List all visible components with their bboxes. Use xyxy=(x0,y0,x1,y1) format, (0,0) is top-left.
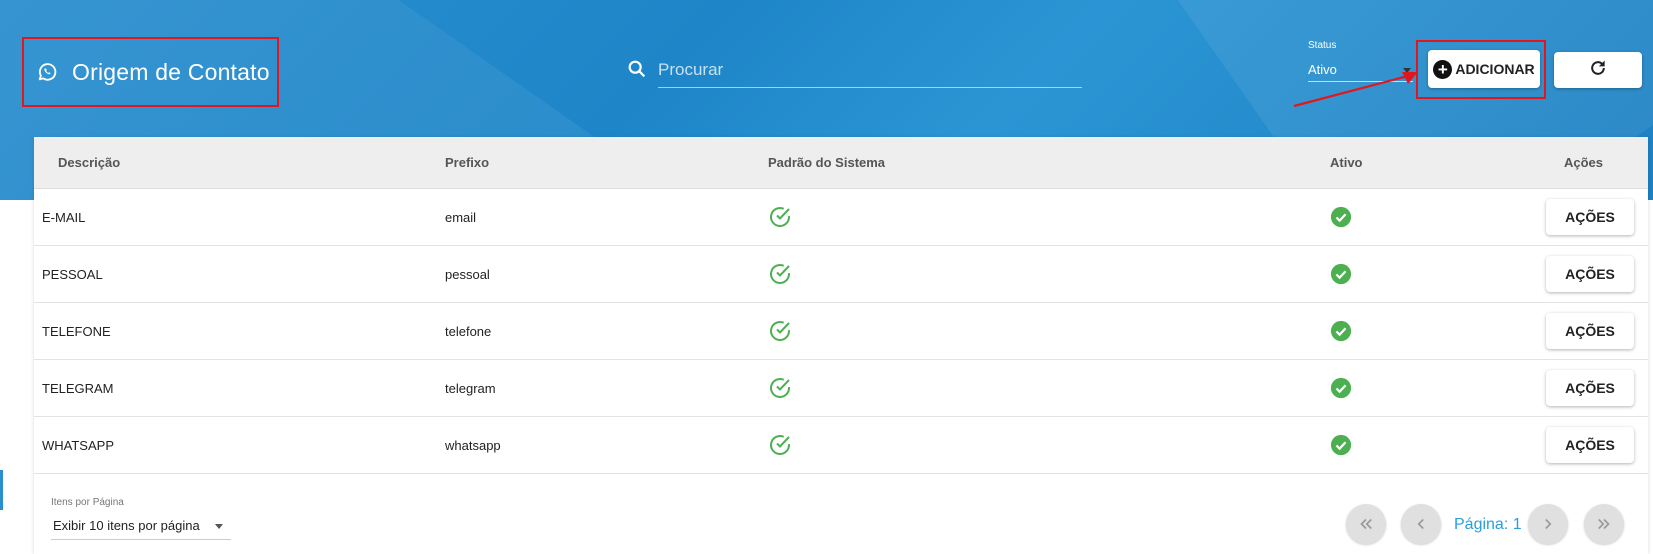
annotation-arrow xyxy=(1293,72,1418,108)
next-page-button[interactable] xyxy=(1528,504,1568,544)
acoes-button[interactable]: AÇÕES xyxy=(1546,427,1634,463)
check-circle-outline-icon xyxy=(770,378,790,398)
page-indicator: Página: 1 xyxy=(1454,516,1522,533)
data-table-card: Descrição Prefixo Padrão do Sistema Ativ… xyxy=(34,137,1648,554)
plus-circle-icon: + xyxy=(1433,59,1453,79)
last-page-button[interactable] xyxy=(1584,504,1624,544)
add-button-label: ADICIONAR xyxy=(1455,61,1535,77)
refresh-button[interactable] xyxy=(1554,52,1642,88)
cell-descricao: E-MAIL xyxy=(42,210,86,225)
check-circle-outline-icon xyxy=(770,435,790,455)
check-circle-filled-icon xyxy=(1330,377,1352,399)
per-page-value-text: Exibir 10 itens por página xyxy=(53,518,200,533)
cell-prefixo: telefone xyxy=(445,324,492,339)
check-circle-outline-icon xyxy=(770,207,790,227)
search-icon xyxy=(626,58,648,80)
check-circle-filled-icon xyxy=(1330,320,1352,342)
table-row: PESSOAL pessoal AÇÕES xyxy=(34,246,1648,303)
search-input[interactable] xyxy=(658,52,1082,88)
column-header-padrao[interactable]: Padrão do Sistema xyxy=(768,155,885,170)
table-footer: Itens por Página Exibir 10 itens por pág… xyxy=(34,474,1648,554)
cell-prefixo: email xyxy=(445,210,477,225)
acoes-button[interactable]: AÇÕES xyxy=(1546,370,1634,406)
first-page-button[interactable] xyxy=(1346,504,1386,544)
table-row: TELEFONE telefone AÇÕES xyxy=(34,303,1648,360)
cell-prefixo: pessoal xyxy=(445,267,490,282)
status-label: Status xyxy=(1308,40,1337,51)
column-header-acoes: Ações xyxy=(1564,155,1604,170)
chevron-right-icon xyxy=(1545,518,1552,530)
left-accent-strip xyxy=(0,470,3,510)
acoes-button[interactable]: AÇÕES xyxy=(1546,199,1634,235)
acoes-button[interactable]: AÇÕES xyxy=(1546,256,1634,292)
column-header-descricao[interactable]: Descrição xyxy=(58,155,120,170)
refresh-icon xyxy=(1588,58,1608,83)
search-box xyxy=(626,52,1082,90)
per-page-value[interactable]: Exibir 10 itens por página xyxy=(51,514,231,540)
per-page-label: Itens por Página xyxy=(51,497,124,508)
double-chevron-right-icon xyxy=(1598,518,1610,530)
previous-page-button[interactable] xyxy=(1401,504,1441,544)
check-circle-filled-icon xyxy=(1330,434,1352,456)
page-title: Origem de Contato xyxy=(72,58,270,85)
per-page-select[interactable]: Itens por Página Exibir 10 itens por pág… xyxy=(51,497,231,540)
check-circle-filled-icon xyxy=(1330,206,1352,228)
column-header-ativo[interactable]: Ativo xyxy=(1330,155,1363,170)
cell-descricao: WHATSAPP xyxy=(42,438,114,453)
table-header: Descrição Prefixo Padrão do Sistema Ativ… xyxy=(34,137,1648,189)
column-header-prefixo[interactable]: Prefixo xyxy=(445,155,489,170)
table-row: WHATSAPP whatsapp AÇÕES xyxy=(34,417,1648,474)
table-row: TELEGRAM telegram AÇÕES xyxy=(34,360,1648,417)
chevron-left-icon xyxy=(1417,518,1424,530)
table-row: E-MAIL email AÇÕES xyxy=(34,189,1648,246)
check-circle-filled-icon xyxy=(1330,263,1352,285)
cell-prefixo: whatsapp xyxy=(445,438,501,453)
acoes-button[interactable]: AÇÕES xyxy=(1546,313,1634,349)
cell-prefixo: telegram xyxy=(445,381,496,396)
add-button[interactable]: + ADICIONAR xyxy=(1428,50,1540,88)
cell-descricao: PESSOAL xyxy=(42,267,103,282)
title-highlight-box: Origem de Contato xyxy=(22,37,279,107)
cell-descricao: TELEFONE xyxy=(42,324,111,339)
double-chevron-left-icon xyxy=(1360,518,1372,530)
check-circle-outline-icon xyxy=(770,321,790,341)
check-circle-outline-icon xyxy=(770,264,790,284)
caret-down-icon xyxy=(215,524,223,529)
cell-descricao: TELEGRAM xyxy=(42,381,114,396)
whatsapp-icon xyxy=(36,61,58,83)
